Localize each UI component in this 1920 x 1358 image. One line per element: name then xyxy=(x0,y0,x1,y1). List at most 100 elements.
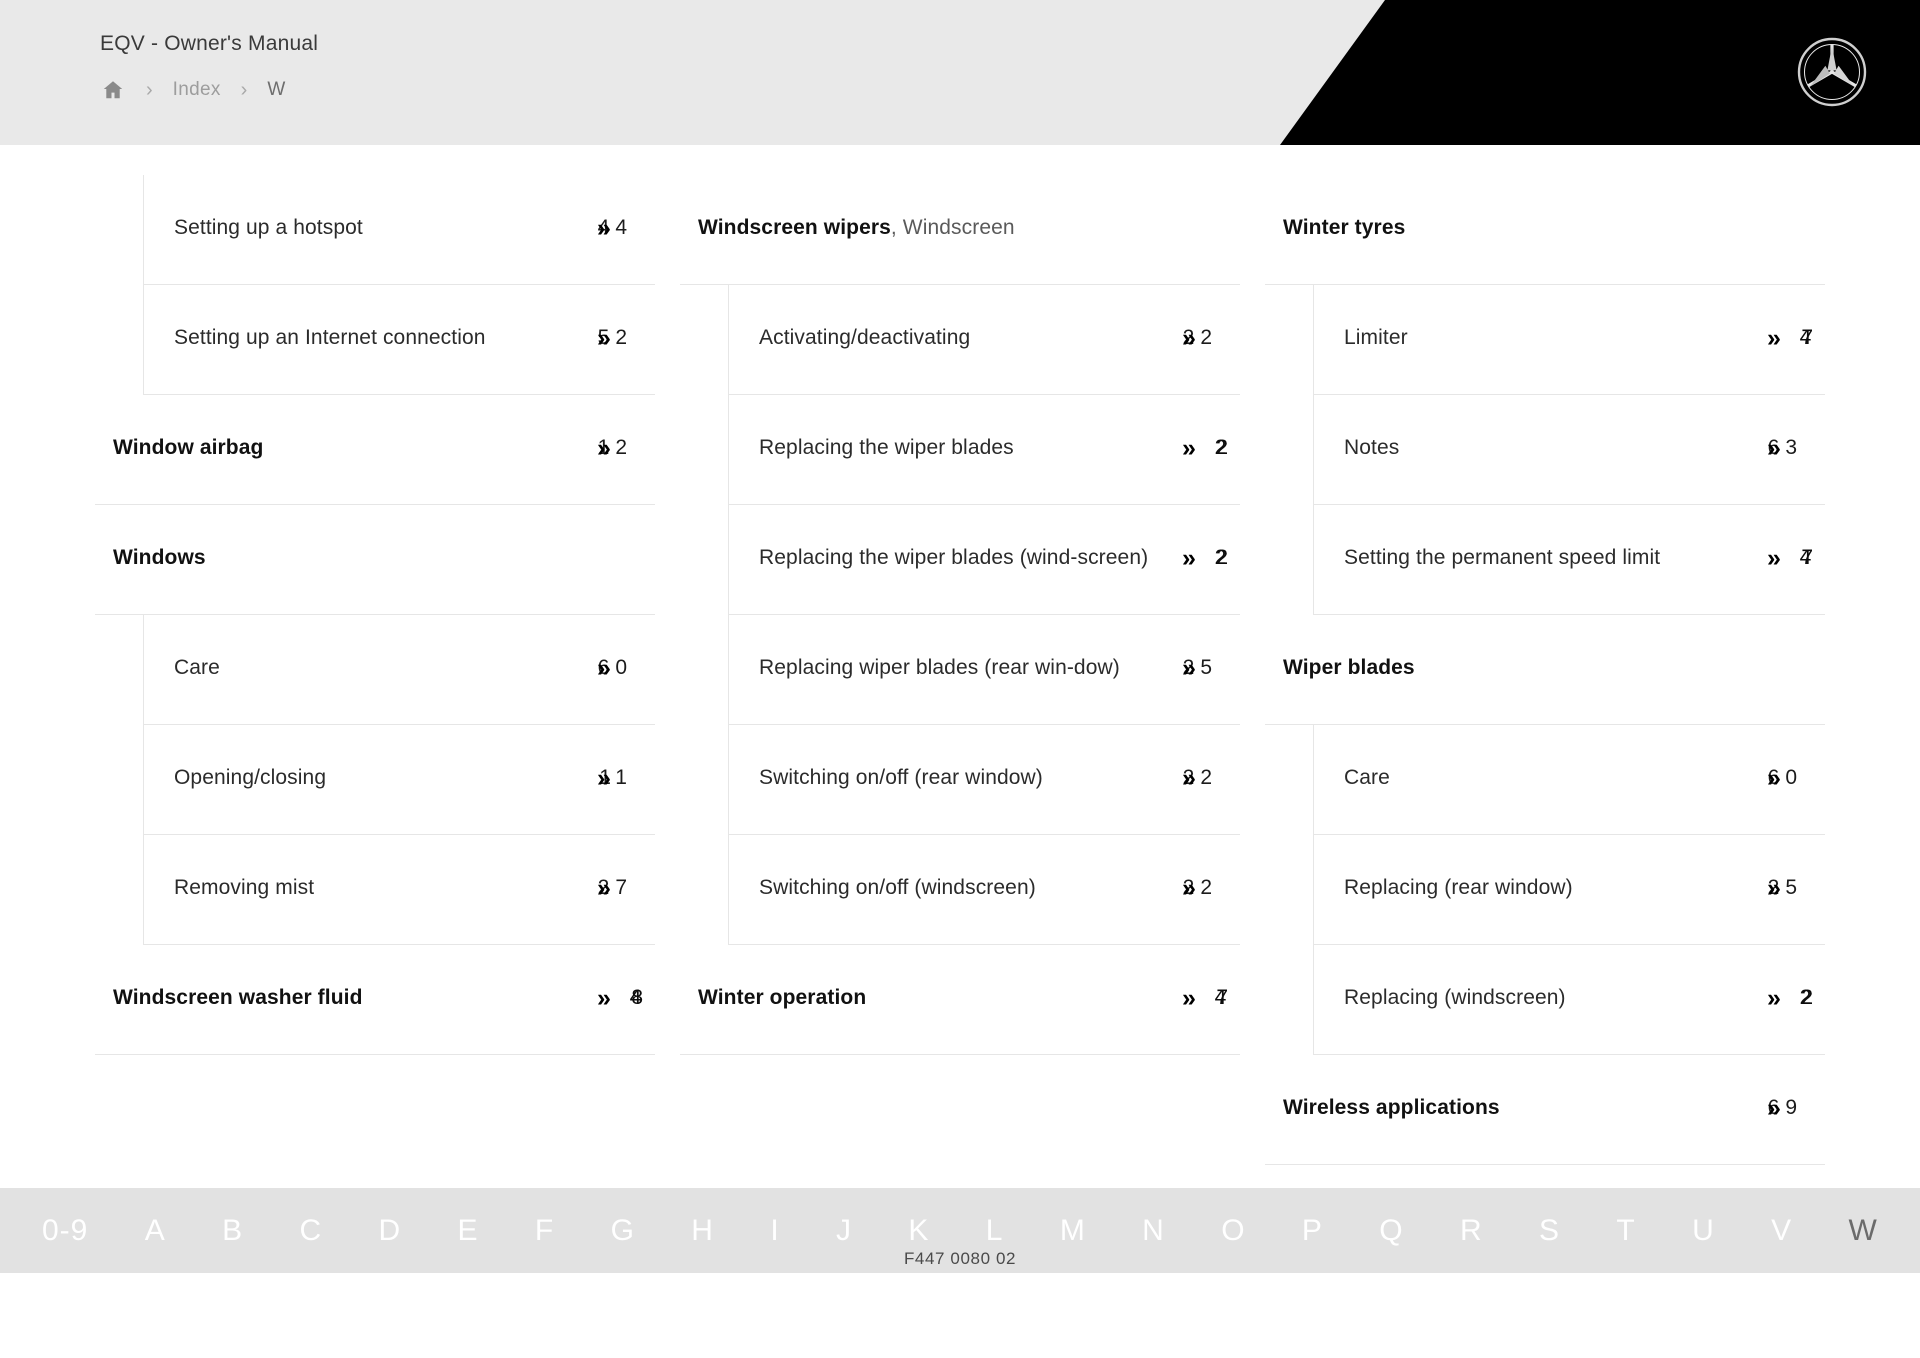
page-number: 12 xyxy=(597,436,633,459)
breadcrumb-item-index[interactable]: Index xyxy=(173,79,221,101)
home-icon[interactable] xyxy=(100,77,126,103)
index-entry-row[interactable]: Limiter 47 » xyxy=(1314,285,1825,395)
alphabet-letter-g[interactable]: G xyxy=(611,1214,635,1248)
page-reference-link[interactable]: 27» xyxy=(575,835,633,902)
alphabet-letter-a[interactable]: A xyxy=(145,1214,166,1248)
page-reference-link[interactable]: 22» xyxy=(1160,505,1229,572)
page-reference-link[interactable]: 63» xyxy=(1745,395,1803,462)
alphabet-letter-09[interactable]: 0-9 xyxy=(42,1214,88,1248)
page-reference-link[interactable]: 60» xyxy=(1745,725,1803,792)
double-chevron-right-icon: » xyxy=(1767,324,1781,352)
page-number: 22 xyxy=(1799,986,1815,1009)
index-entry-row[interactable]: Care 60» xyxy=(144,615,655,725)
page-reference-link[interactable]: 22» xyxy=(1160,395,1229,462)
page-reference-link[interactable]: 44» xyxy=(575,175,633,242)
alphabet-letter-m[interactable]: M xyxy=(1060,1214,1086,1248)
page-reference-link[interactable]: 22» xyxy=(1745,945,1814,1012)
alphabet-letter-d[interactable]: D xyxy=(379,1214,402,1248)
index-entry-row[interactable]: Setting up an Internet connection 52» xyxy=(144,285,655,395)
alphabet-letter-t[interactable]: T xyxy=(1616,1214,1635,1248)
index-heading-row[interactable]: Windscreen wipers, Windscreen» xyxy=(680,175,1240,285)
index-entry-row[interactable]: Care 60» xyxy=(1314,725,1825,835)
alphabet-letter-c[interactable]: C xyxy=(299,1214,322,1248)
alphabet-letter-e[interactable]: E xyxy=(458,1214,479,1248)
index-entry-row[interactable]: Notes 63» xyxy=(1314,395,1825,505)
index-entry-row[interactable]: Opening/closing 11» xyxy=(144,725,655,835)
index-heading-row[interactable]: Winter operation 47 » xyxy=(680,945,1240,1055)
index-heading-row[interactable]: Wiper blades» xyxy=(1265,615,1825,725)
page-reference-link[interactable]: 47 » xyxy=(1160,945,1229,1012)
index-heading-row[interactable]: Winter tyres» xyxy=(1265,175,1825,285)
alphabet-letter-f[interactable]: F xyxy=(535,1214,554,1248)
page-reference-link[interactable]: 47 » xyxy=(1745,285,1814,352)
alphabet-letter-v[interactable]: V xyxy=(1771,1214,1792,1248)
page-number: 44 xyxy=(597,216,633,239)
page-number: 52 xyxy=(597,326,633,349)
document-code: F447 0080 02 xyxy=(903,1249,1017,1268)
index-entry-row[interactable]: Replacing the wiper blades (wind-screen)… xyxy=(729,505,1240,615)
page-reference-link[interactable]: 11» xyxy=(575,725,633,792)
alphabet-letter-n[interactable]: N xyxy=(1142,1214,1165,1248)
index-subentry-list: Limiter 47» Notes 63» Setting the permanent … xyxy=(1313,285,1825,615)
double-chevron-right-icon: » xyxy=(597,984,611,1012)
index-entry-label: Replacing wiper blades (rear win-dow) xyxy=(759,656,1120,679)
index-entry-label: Replacing (rear window) xyxy=(1344,876,1573,899)
page-reference-link[interactable]: 48 » xyxy=(575,945,644,1012)
alphabet-letter-q[interactable]: Q xyxy=(1379,1214,1403,1248)
index-heading-label: Windows xyxy=(113,546,206,569)
index-heading-label: Winter operation xyxy=(698,986,867,1009)
index-entry-label: Activating/deactivating xyxy=(759,326,971,349)
double-chevron-right-icon: » xyxy=(1767,544,1781,572)
alphabet-letter-w[interactable]: W xyxy=(1848,1214,1877,1248)
page-number: 22 xyxy=(1182,876,1218,899)
index-entry-row[interactable]: Replacing (windscreen) 22 » xyxy=(1314,945,1825,1055)
index-entry-label: Notes xyxy=(1344,436,1400,459)
index-entry-row[interactable]: Switching on/off (rear window) 22» xyxy=(729,725,1240,835)
page-reference-link[interactable]: 22» xyxy=(1160,285,1218,352)
index-heading-row[interactable]: Windscreen washer fluid 48 » xyxy=(95,945,655,1055)
page-number: 22 xyxy=(1182,766,1218,789)
page-reference-link[interactable]: 22» xyxy=(1160,835,1218,902)
index-entry-label: Setting the permanent speed limit xyxy=(1344,546,1661,569)
breadcrumb-separator-1: › xyxy=(146,79,153,101)
page-reference-link[interactable]: 22» xyxy=(1160,725,1218,792)
index-subentry-list: Setting up a hotspot 44» Setting up an Int… xyxy=(143,175,655,395)
page-reference-link[interactable]: 60» xyxy=(575,615,633,682)
page-reference-link[interactable]: 52» xyxy=(575,285,633,352)
page-number: 63 xyxy=(1767,436,1803,459)
page-number: 25 xyxy=(1767,876,1803,899)
index-entry-row[interactable]: Switching on/off (windscreen) 22» xyxy=(729,835,1240,945)
page-reference-link[interactable]: 47 » xyxy=(1745,505,1814,572)
page-reference-link[interactable]: 69» xyxy=(1745,1055,1803,1122)
alphabet-letter-l[interactable]: L xyxy=(986,1214,1004,1248)
alphabet-letter-u[interactable]: U xyxy=(1692,1214,1715,1248)
index-entry-row[interactable]: Setting the permanent speed limit 47 » xyxy=(1314,505,1825,615)
index-entry-row[interactable]: Replacing the wiper blades 22 » xyxy=(729,395,1240,505)
index-entry-label: Switching on/off (windscreen) xyxy=(759,876,1036,899)
page-number: 11 xyxy=(599,766,633,789)
index-heading-row[interactable]: Window airbag 12» xyxy=(95,395,655,505)
alphabet-letter-o[interactable]: O xyxy=(1221,1214,1245,1248)
alphabet-letter-s[interactable]: S xyxy=(1539,1214,1560,1248)
index-group: Winter operation 47 » xyxy=(680,945,1240,1055)
alphabet-letter-h[interactable]: H xyxy=(691,1214,714,1248)
index-heading-row[interactable]: Windows» xyxy=(95,505,655,615)
alphabet-letter-j[interactable]: J xyxy=(836,1214,852,1248)
page-reference-link[interactable]: 25» xyxy=(1160,615,1218,682)
index-column-1: Setting up a hotspot 44» Setting up an Int… xyxy=(95,175,655,1165)
index-entry-row[interactable]: Removing mist 27» xyxy=(144,835,655,945)
index-entry-row[interactable]: Setting up a hotspot 44» xyxy=(144,175,655,285)
alphabet-letter-b[interactable]: B xyxy=(222,1214,243,1248)
alphabet-letter-r[interactable]: R xyxy=(1460,1214,1483,1248)
alphabet-letter-p[interactable]: P xyxy=(1302,1214,1323,1248)
index-entry-row[interactable]: Replacing (rear window) 25» xyxy=(1314,835,1825,945)
page-number: 47 xyxy=(1799,326,1815,349)
index-heading-row[interactable]: Wireless applications 69» xyxy=(1265,1055,1825,1165)
page-number: 22 xyxy=(1214,436,1230,459)
alphabet-letter-i[interactable]: I xyxy=(770,1214,779,1248)
alphabet-letter-k[interactable]: K xyxy=(908,1214,929,1248)
page-reference-link[interactable]: 12» xyxy=(575,395,633,462)
page-reference-link[interactable]: 25» xyxy=(1745,835,1803,902)
index-entry-row[interactable]: Replacing wiper blades (rear win-dow) 25» xyxy=(729,615,1240,725)
index-entry-row[interactable]: Activating/deactivating 22» xyxy=(729,285,1240,395)
